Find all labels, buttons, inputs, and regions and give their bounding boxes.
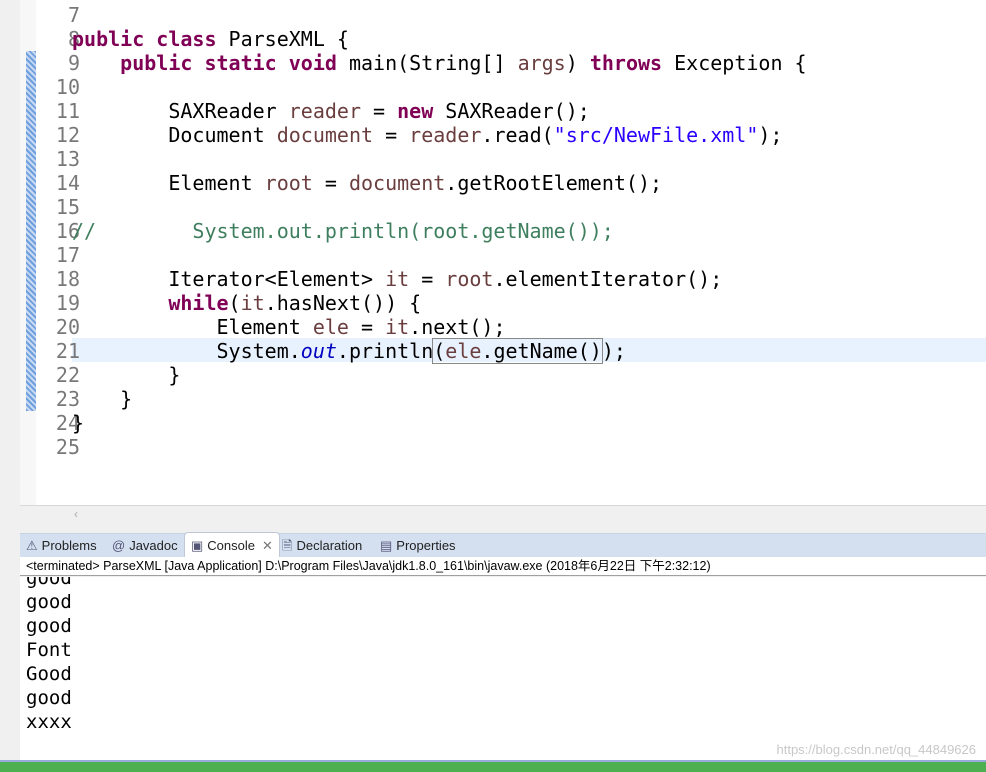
console-status: <terminated> ParseXML [Java Application]… [20,557,986,576]
declaration-icon: 🗎 [282,538,293,553]
code-editor[interactable]: 7 8 public class ParseXML {9 public static… [20,0,986,521]
properties-icon: ▤ [380,538,393,553]
console-line: good [26,615,72,637]
console-line: Good [26,663,72,685]
code-line: System.out.println(ele.getName()); [72,338,626,364]
console-line: Font [26,639,72,661]
tab-label: Console [207,538,255,553]
code-line: } [72,387,133,411]
line-number: 10 [55,75,80,99]
code-line: public static void main(String[] args) t… [120,51,807,75]
at-icon: @ [112,538,126,553]
code-line: Element root = document.getRootElement()… [72,171,663,195]
line-number: 25 [55,435,80,459]
close-icon[interactable]: ✕ [262,534,273,558]
line-number: 15 [55,195,80,219]
line-number: 7 [67,3,80,27]
line-number: 13 [55,147,80,171]
tab-console[interactable]: ▣ Console ✕ [184,532,280,559]
console-line: xxxx [26,711,72,733]
tab-problems[interactable]: ⚠ Problems [26,534,97,558]
tab-declaration[interactable]: 🗎 Declaration [282,534,362,558]
tab-label: Properties [396,538,456,553]
line-number: 17 [55,243,80,267]
tab-properties[interactable]: ▤ Properties [380,534,456,558]
change-marker [26,51,36,411]
console-output[interactable]: good good good Font Good good xxxx [20,577,986,760]
code-line: Element ele = it.next(); [72,315,506,339]
code-line: Document document = reader.read("src/New… [72,123,783,147]
tab-javadoc[interactable]: @ Javadoc [112,534,178,558]
tab-label: Javadoc [129,538,178,553]
watermark: https://blog.csdn.net/qq_44849626 [776,742,977,757]
console-icon: ▣ [191,538,204,553]
taskbar-strip [0,760,986,772]
code-line: SAXReader reader = new SAXReader(); [72,99,590,123]
console-line: good [26,687,72,709]
console-line: good [26,577,72,589]
horizontal-scrollbar[interactable]: ‹ [36,507,986,521]
tab-label: Declaration [296,538,363,553]
tab-label: Problems [41,538,97,553]
console-line: good [26,591,72,613]
code-line: } [72,363,181,387]
bottom-panel-tabs: ⚠ Problems @ Javadoc ▣ Console ✕ 🗎 Declaration ▤ P… [20,532,986,559]
code-line: } [72,411,85,435]
code-line: while(it.hasNext()) { [168,291,422,315]
code-line: Iterator<Element> it = root.elementItera… [72,267,723,291]
problems-icon: ⚠ [26,538,38,553]
code-line: public class ParseXML { [72,27,349,51]
code-line: // System.out.println(root.getName()); [72,219,614,243]
